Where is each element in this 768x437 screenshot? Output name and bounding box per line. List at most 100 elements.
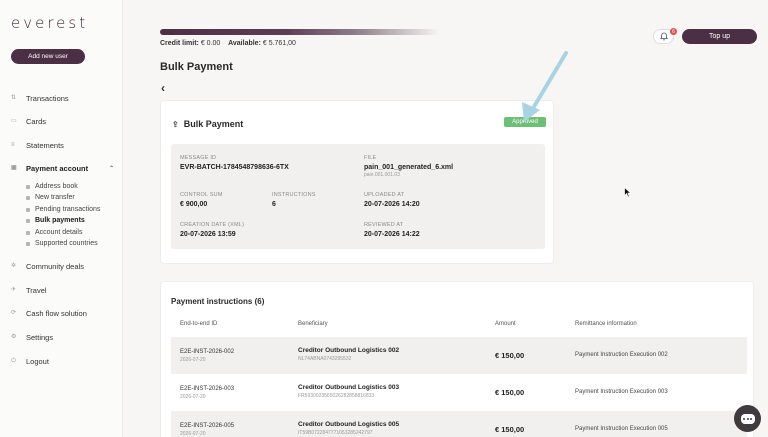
amount-cell: € 150,00 bbox=[495, 388, 525, 397]
card-title-text: Bulk Payment bbox=[183, 119, 244, 129]
sidebar-subitem-account-details[interactable]: Account details bbox=[26, 227, 82, 238]
page-title: Bulk Payment bbox=[160, 61, 233, 73]
beneficiary-cell: Creditor Outbound Logistics 005 IT59B072… bbox=[298, 421, 399, 436]
bulk-payment-card-title: ⇪ Bulk Payment bbox=[172, 119, 243, 129]
field-value: EVR-BATCH-1784548798636-6TX bbox=[180, 164, 289, 171]
travel-icon: ✈ bbox=[11, 286, 17, 293]
add-new-user-button[interactable]: Add new user bbox=[11, 49, 85, 64]
table-row[interactable]: E2E-INST-2026-005 2026-07-20 Creditor Ou… bbox=[171, 411, 747, 437]
chevron-up-icon[interactable]: ⌃ bbox=[109, 165, 114, 172]
sidebar-item-settings[interactable]: ⚙ Settings bbox=[0, 329, 123, 345]
available-label: Available: bbox=[228, 40, 261, 47]
field-label: MESSAGE ID bbox=[180, 155, 217, 161]
control-sum-field: CONTROL SUM € 900,00 bbox=[180, 192, 223, 208]
remittance-cell: Payment Instruction Execution 003 bbox=[575, 389, 668, 395]
e2e-id-cell: E2E-INST-2026-003 2026-07-20 bbox=[180, 386, 234, 400]
column-header-beneficiary[interactable]: Beneficiary bbox=[298, 321, 328, 327]
sidebar-item-logout[interactable]: ⏻ Logout bbox=[0, 353, 123, 369]
gear-icon: ⚙ bbox=[11, 333, 17, 340]
field-value: € 900,00 bbox=[180, 201, 208, 208]
table-row[interactable]: E2E-INST-2026-002 2026-07-20 Creditor Ou… bbox=[171, 337, 747, 374]
field-label: CONTROL SUM bbox=[180, 192, 223, 198]
field-value: 6 bbox=[272, 201, 276, 208]
chat-support-button[interactable] bbox=[734, 405, 761, 432]
column-header-amount[interactable]: Amount bbox=[495, 321, 516, 327]
sidebar-subitem-supported-countries[interactable]: Supported countries bbox=[26, 238, 98, 249]
sidebar-subitem-new-transfer[interactable]: New transfer bbox=[26, 192, 75, 203]
back-arrow-icon[interactable]: ‹ bbox=[161, 81, 165, 95]
field-label: REVIEWED AT bbox=[364, 222, 404, 228]
sidebar: everest Add new user ⇅ Transactions ▭ Ca… bbox=[0, 0, 123, 437]
sidebar-item-community-deals[interactable]: ✲ Community deals bbox=[0, 258, 123, 274]
sidebar-subitem-address-book[interactable]: Address book bbox=[26, 181, 78, 192]
brand-logo[interactable]: everest bbox=[11, 14, 88, 32]
beneficiary-name: Creditor Outbound Logistics 003 bbox=[298, 384, 400, 391]
sidebar-subitem-label: Account details bbox=[35, 229, 83, 236]
credit-usage-bar bbox=[160, 29, 440, 35]
sidebar-item-label: Travel bbox=[26, 285, 47, 295]
available-value: € 5.761,00 bbox=[262, 40, 296, 47]
sidebar-item-label: Cards bbox=[26, 116, 47, 126]
row-date: 2026-07-20 bbox=[180, 357, 206, 363]
field-label: UPLOADED AT bbox=[364, 192, 405, 198]
beneficiary-cell: Creditor Outbound Logistics 003 FR593002… bbox=[298, 384, 399, 399]
sidebar-item-payment-account[interactable]: ▣ Payment account ⌃ bbox=[0, 160, 123, 176]
top-up-button[interactable]: Top up bbox=[682, 29, 757, 44]
file-name-link[interactable]: pain_001_generated_6.xml bbox=[364, 164, 453, 171]
sidebar-item-label: Settings bbox=[26, 332, 54, 342]
creation-date-field: CREATION DATE (XML) 20-07-2026 13:59 bbox=[180, 222, 244, 238]
transactions-icon: ⇅ bbox=[11, 94, 17, 101]
sidebar-item-statements[interactable]: ≡ Statements bbox=[0, 137, 123, 153]
e2e-id-cell: E2E-INST-2026-005 2026-07-20 bbox=[180, 423, 234, 437]
beneficiary-iban: NL74ABNA0743295532 bbox=[298, 356, 352, 362]
column-header-e2e-id[interactable]: End-to-end ID bbox=[180, 321, 217, 327]
e2e-id: E2E-INST-2026-003 bbox=[180, 386, 235, 392]
reviewed-at-field: REVIEWED AT 20-07-2026 14:22 bbox=[364, 222, 420, 238]
sidebar-item-label: Transactions bbox=[26, 93, 69, 103]
sidebar-subitem-label: New transfer bbox=[35, 194, 75, 201]
chat-icon bbox=[740, 413, 755, 424]
sidebar-subitem-bulk-payments[interactable]: Bulk payments bbox=[26, 215, 85, 226]
field-label: INSTRUCTIONS bbox=[272, 192, 316, 198]
uploaded-at-field: UPLOADED AT 20-07-2026 14:20 bbox=[364, 192, 420, 208]
mouse-cursor-icon bbox=[624, 187, 632, 198]
table-row[interactable]: E2E-INST-2026-003 2026-07-20 Creditor Ou… bbox=[171, 374, 747, 411]
e2e-id-cell: E2E-INST-2026-002 2026-07-20 bbox=[180, 349, 234, 363]
upload-file-icon: ⇪ bbox=[172, 119, 179, 129]
credit-limit-label: Credit limit: bbox=[160, 40, 199, 47]
sidebar-subitem-label: Pending transactions bbox=[35, 206, 101, 213]
transfer-icon bbox=[26, 195, 30, 200]
community-icon: ✲ bbox=[11, 262, 17, 269]
beneficiary-cell: Creditor Outbound Logistics 002 NL74ABNA… bbox=[298, 347, 399, 362]
beneficiary-iban: IT59B0722847771653285242797 bbox=[298, 430, 373, 436]
beneficiary-name: Creditor Outbound Logistics 005 bbox=[298, 421, 400, 428]
bell-icon bbox=[659, 32, 668, 41]
file-field: FILE pain_001_generated_6.xml pain.001.0… bbox=[364, 155, 453, 178]
pending-icon bbox=[26, 207, 30, 212]
payment-instructions-card: Payment instructions (6) End-to-end ID B… bbox=[160, 281, 754, 437]
sidebar-item-label: Payment account bbox=[26, 163, 89, 173]
globe-icon bbox=[26, 241, 30, 246]
sidebar-item-cards[interactable]: ▭ Cards bbox=[0, 113, 123, 129]
sidebar-item-transactions[interactable]: ⇅ Transactions bbox=[0, 90, 123, 106]
sidebar-item-label: Statements bbox=[26, 140, 64, 150]
field-value: 20-07-2026 14:20 bbox=[364, 201, 420, 208]
sidebar-item-label: Community deals bbox=[26, 261, 84, 271]
field-value: 20-07-2026 14:22 bbox=[364, 231, 420, 238]
statements-icon: ≡ bbox=[11, 141, 15, 148]
row-date: 2026-07-20 bbox=[180, 394, 206, 400]
sidebar-subitem-pending-transactions[interactable]: Pending transactions bbox=[26, 204, 100, 215]
sidebar-item-cash-flow-solution[interactable]: ⟳ Cash flow solution bbox=[0, 305, 123, 321]
remittance-cell: Payment Instruction Execution 005 bbox=[575, 426, 668, 432]
column-header-remittance[interactable]: Remittance information bbox=[575, 321, 637, 327]
amount-cell: € 150,00 bbox=[495, 351, 525, 360]
sidebar-item-travel[interactable]: ✈ Travel bbox=[0, 282, 123, 298]
credit-info: Credit limit: € 0.00 Available: € 5.761,… bbox=[160, 40, 296, 47]
logout-icon: ⏻ bbox=[11, 357, 16, 364]
cashflow-icon: ⟳ bbox=[11, 309, 17, 316]
payment-instructions-title: Payment instructions (6) bbox=[171, 297, 265, 306]
account-details-icon bbox=[26, 230, 30, 235]
beneficiary-name: Creditor Outbound Logistics 002 bbox=[298, 347, 400, 354]
file-type: pain.001.001.03 bbox=[364, 172, 400, 178]
field-value: 20-07-2026 13:59 bbox=[180, 231, 236, 238]
